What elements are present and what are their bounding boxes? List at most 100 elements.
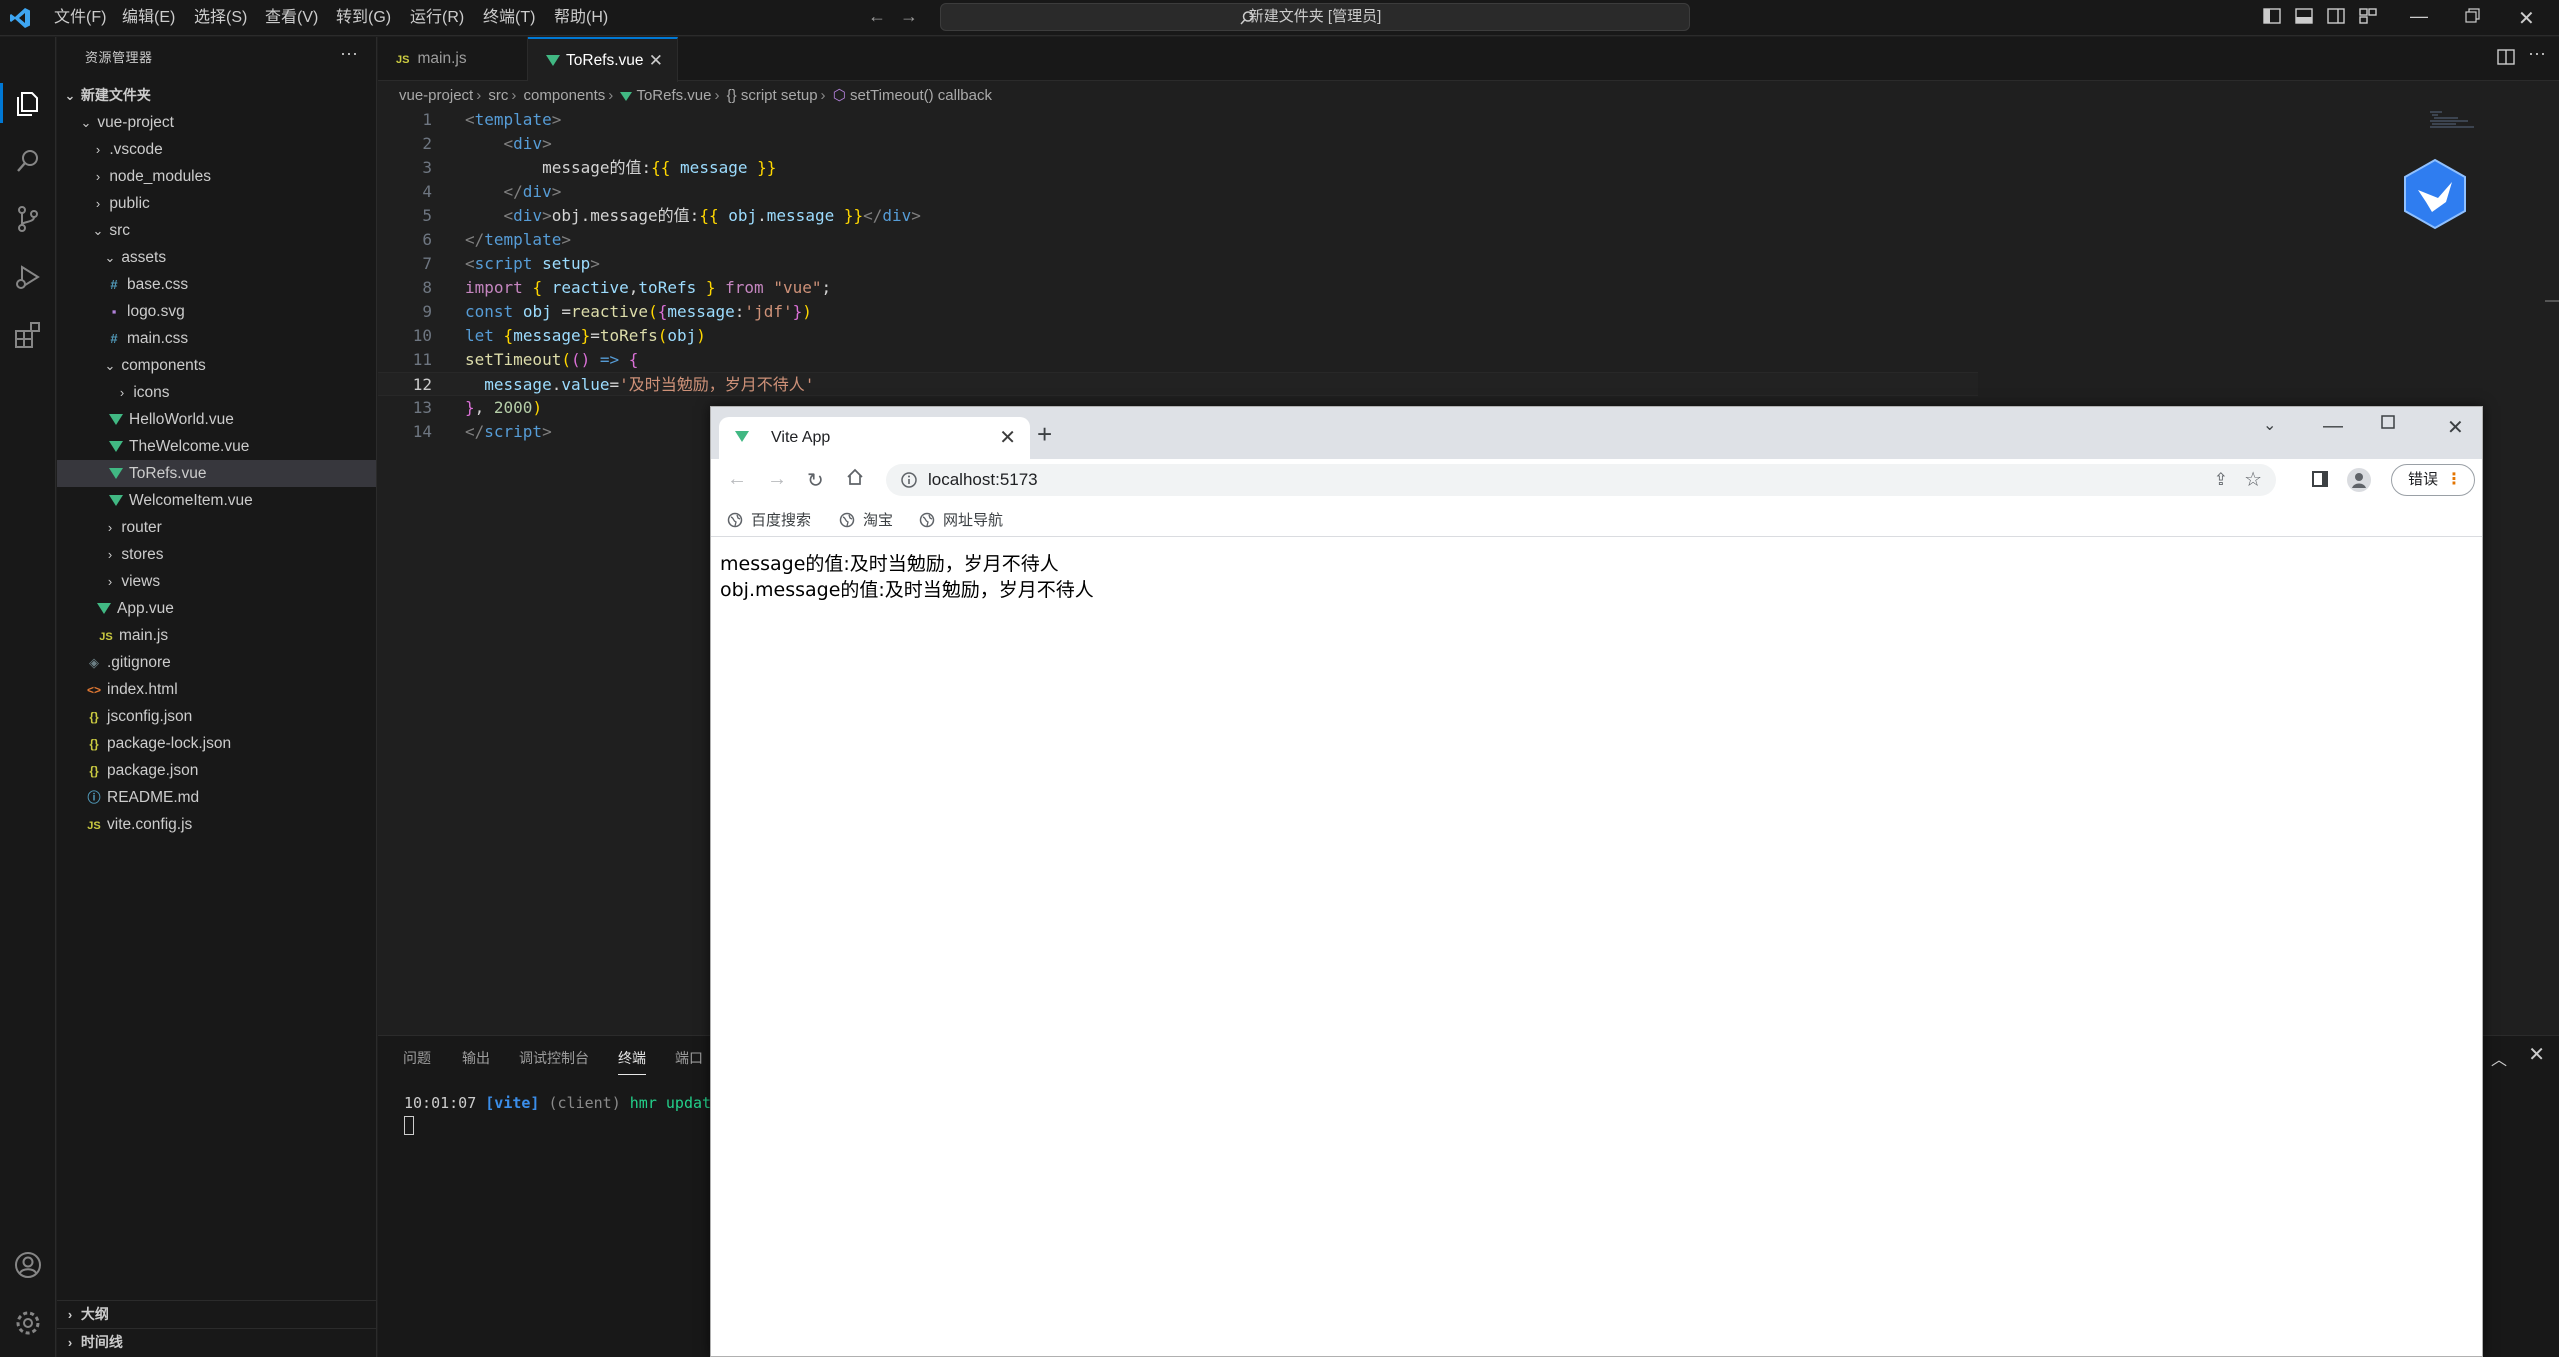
tree-folder-node-modules[interactable]: › node_modules [57, 163, 376, 190]
outline-section[interactable]: › 大纲 [57, 1300, 376, 1327]
side-panel-icon[interactable] [2312, 471, 2328, 487]
tree-file-main-js[interactable]: JS main.js [57, 622, 376, 649]
tree-file-jsconfig[interactable]: {} jsconfig.json [57, 703, 376, 730]
chevron-up-icon[interactable]: ︿ [2491, 1046, 2507, 1070]
breadcrumb-item[interactable]: components [524, 87, 606, 104]
account-icon[interactable] [12, 1249, 44, 1281]
tree-folder-public[interactable]: › public [57, 190, 376, 217]
command-center[interactable]: 新建文件夹 [管理员] [940, 3, 1690, 31]
panel-tab-terminal[interactable]: 终端 [618, 1048, 646, 1075]
close-tab-icon[interactable]: ✕ [649, 39, 663, 83]
tree-root[interactable]: ⌄ 新建文件夹 [57, 82, 376, 109]
tree-file-package-lock[interactable]: {} package-lock.json [57, 730, 376, 757]
customize-layout-icon[interactable] [2358, 6, 2380, 28]
tree-folder-icons[interactable]: › icons [57, 379, 376, 406]
split-editor-icon[interactable] [2496, 47, 2516, 67]
breadcrumb-item[interactable]: ToRefs.vue [636, 87, 711, 104]
minimap[interactable] [2428, 110, 2478, 130]
browser-home-icon[interactable] [845, 467, 865, 487]
chevron-right-icon: › [95, 169, 101, 184]
address-bar[interactable]: localhost:5173 ⇪ ☆ [886, 464, 2276, 496]
bookmark-item[interactable]: 网址导航 [919, 509, 1003, 530]
tree-folder-src[interactable]: ⌄ src [57, 217, 376, 244]
tree-folder-views[interactable]: › views [57, 568, 376, 595]
more-actions-icon[interactable]: ··· [340, 43, 358, 64]
new-tab-button[interactable]: + [1037, 419, 1052, 450]
tree-file-gitignore[interactable]: ◈ .gitignore [57, 649, 376, 676]
explorer-icon[interactable] [12, 87, 44, 119]
tree-file-main-css[interactable]: # main.css [57, 325, 376, 352]
extensions-icon[interactable] [12, 319, 44, 351]
browser-back-icon[interactable]: ← [727, 468, 747, 491]
restore-icon[interactable] [2462, 6, 2484, 28]
panel-tab-output[interactable]: 输出 [462, 1048, 490, 1068]
menu-file[interactable]: 文件(F) [52, 6, 108, 30]
assistant-bird-icon[interactable] [2402, 158, 2468, 230]
browser-minimize-icon[interactable]: — [2323, 415, 2343, 438]
site-info-icon[interactable] [900, 471, 918, 489]
browser-tab[interactable]: Vite App ✕ [719, 417, 1030, 459]
menu-run[interactable]: 运行(R) [408, 6, 466, 30]
breadcrumb-item[interactable]: vue-project [399, 87, 473, 104]
bookmark-item[interactable]: 百度搜索 [727, 509, 811, 530]
timeline-section[interactable]: › 时间线 [57, 1328, 376, 1355]
menu-go[interactable]: 转到(G) [334, 6, 393, 30]
tree-file-package-json[interactable]: {} package.json [57, 757, 376, 784]
bookmark-item[interactable]: 淘宝 [839, 509, 893, 530]
tab-torefs-vue[interactable]: ToRefs.vue ✕ [528, 37, 678, 82]
tree-file-helloworld[interactable]: HelloWorld.vue [57, 406, 376, 433]
more-actions-icon[interactable]: ··· [2528, 43, 2546, 64]
browser-maximize-icon[interactable] [2379, 413, 2397, 431]
tree-folder-assets[interactable]: ⌄ assets [57, 244, 376, 271]
tab-main-js[interactable]: JS main.js [378, 37, 528, 81]
close-window-icon[interactable]: ✕ [2518, 6, 2540, 30]
close-tab-icon[interactable]: ✕ [999, 425, 1016, 450]
back-arrow-icon[interactable]: ← [868, 6, 890, 28]
tree-file-index-html[interactable]: <> index.html [57, 676, 376, 703]
share-icon[interactable]: ⇪ [2214, 470, 2228, 490]
tree-folder-components[interactable]: ⌄ components [57, 352, 376, 379]
tree-file-base-css[interactable]: # base.css [57, 271, 376, 298]
minimize-icon[interactable]: — [2410, 6, 2432, 28]
tree-file-welcomeitem[interactable]: WelcomeItem.vue [57, 487, 376, 514]
browser-close-icon[interactable]: ✕ [2447, 415, 2464, 440]
tree-file-vite-config[interactable]: JS vite.config.js [57, 811, 376, 838]
settings-gear-icon[interactable] [12, 1307, 44, 1339]
menu-edit[interactable]: 编辑(E) [120, 6, 177, 30]
browser-reload-icon[interactable]: ↻ [807, 468, 824, 493]
breadcrumb-item[interactable]: src [488, 87, 508, 104]
tree-file-app-vue[interactable]: App.vue [57, 595, 376, 622]
run-debug-icon[interactable] [12, 261, 44, 293]
tree-folder-router[interactable]: › router [57, 514, 376, 541]
bookmark-star-icon[interactable]: ☆ [2244, 467, 2262, 492]
tree-folder-stores[interactable]: › stores [57, 541, 376, 568]
terminal-cursor[interactable] [404, 1116, 414, 1135]
tree-file-logo-svg[interactable]: ▪ logo.svg [57, 298, 376, 325]
close-panel-icon[interactable]: ✕ [2528, 1042, 2545, 1067]
code-line-current: 12 message.value='及时当勉励，岁月不待人' [378, 372, 1978, 396]
menu-selection[interactable]: 选择(S) [192, 6, 249, 30]
tree-folder-vue-project[interactable]: ⌄ vue-project [57, 109, 376, 136]
tree-file-readme[interactable]: ⓘ README.md [57, 784, 376, 811]
panel-tab-problems[interactable]: 问题 [403, 1048, 431, 1068]
toggle-panel-icon[interactable] [2294, 6, 2316, 28]
breadcrumb-item[interactable]: {} script setup [727, 87, 818, 104]
search-icon[interactable] [12, 145, 44, 177]
toggle-secondary-sidebar-icon[interactable] [2326, 6, 2348, 28]
toggle-primary-sidebar-icon[interactable] [2262, 6, 2284, 28]
tree-file-thewelcome[interactable]: TheWelcome.vue [57, 433, 376, 460]
error-button[interactable]: 错误 ⋮ [2391, 464, 2475, 496]
tab-search-chevron-icon[interactable]: ⌄ [2263, 415, 2276, 435]
forward-arrow-icon[interactable]: → [900, 6, 922, 28]
tree-folder-vscode[interactable]: › .vscode [57, 136, 376, 163]
menu-view[interactable]: 查看(V) [263, 6, 320, 30]
menu-help[interactable]: 帮助(H) [552, 6, 610, 30]
tree-file-torefs[interactable]: ToRefs.vue [57, 460, 376, 487]
breadcrumb-item[interactable]: setTimeout() callback [850, 87, 992, 104]
source-control-icon[interactable] [12, 203, 44, 235]
profile-avatar[interactable] [2347, 468, 2371, 492]
menu-terminal[interactable]: 终端(T) [481, 6, 537, 30]
panel-tab-ports[interactable]: 端口 [675, 1048, 703, 1068]
browser-forward-icon[interactable]: → [767, 468, 787, 491]
panel-tab-debug-console[interactable]: 调试控制台 [519, 1048, 589, 1068]
